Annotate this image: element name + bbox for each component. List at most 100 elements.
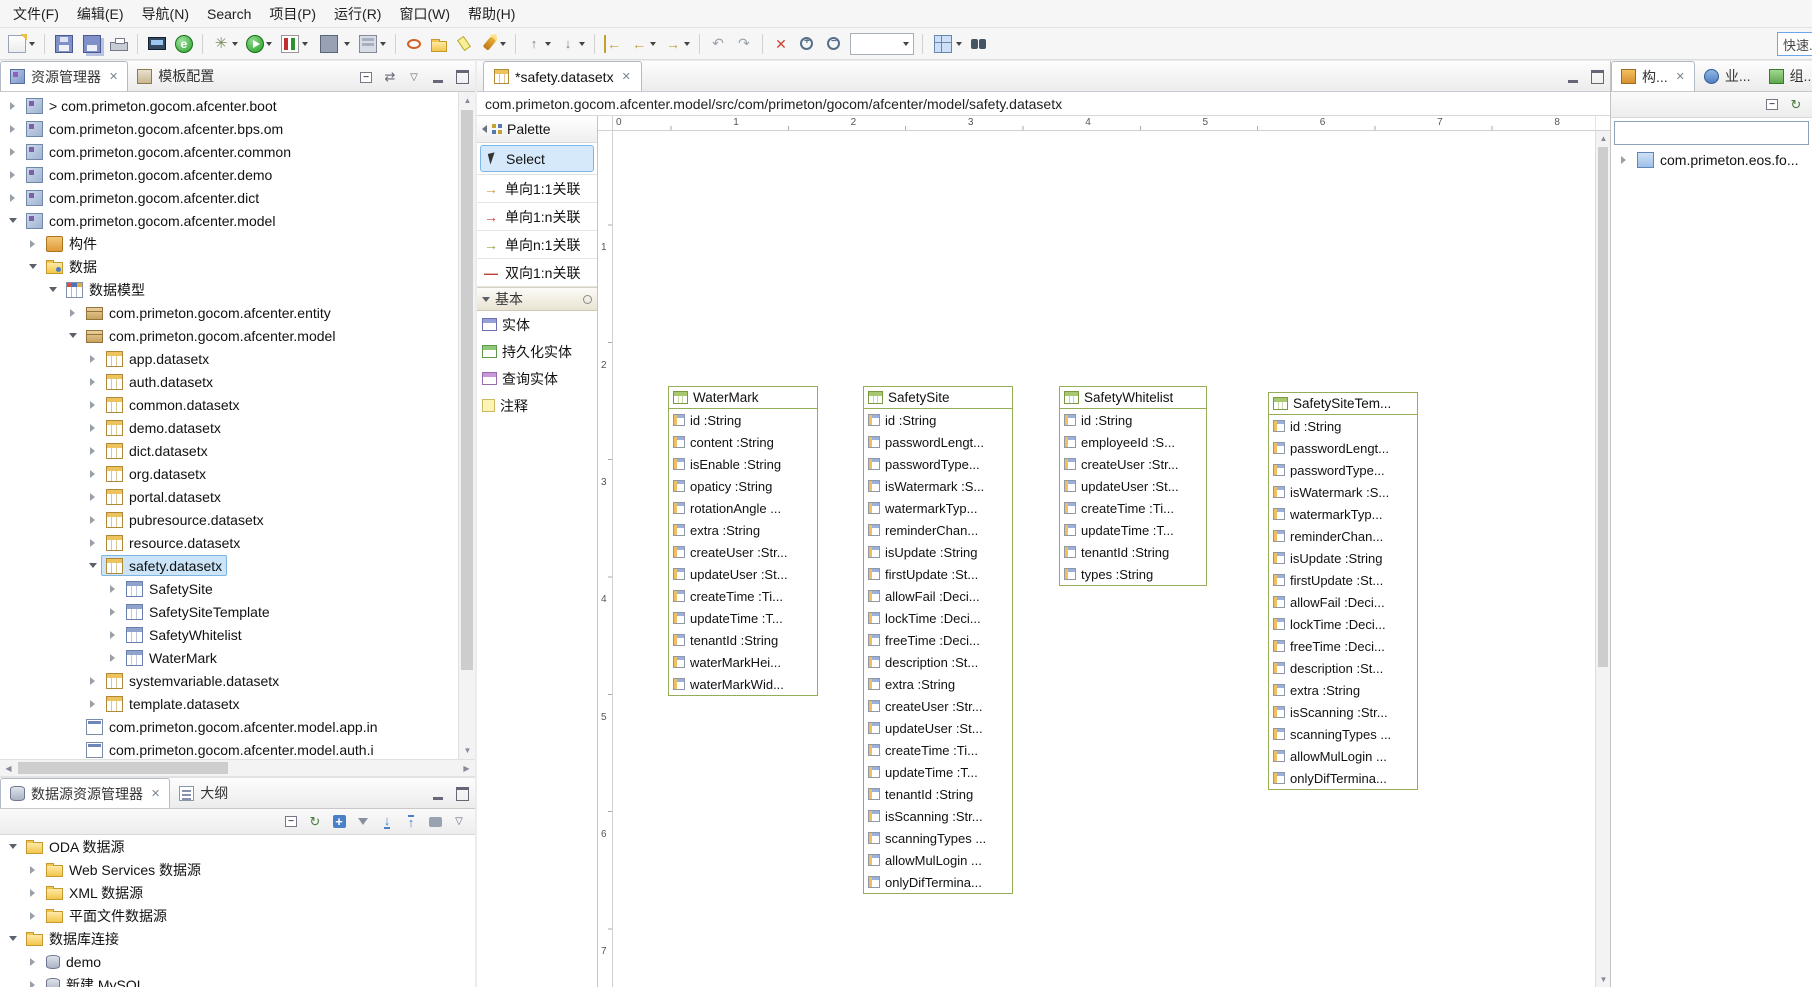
- entity-field[interactable]: createUser :Str...: [669, 541, 817, 563]
- menu-window[interactable]: 窗口(W): [390, 0, 459, 28]
- zoom-level-combo[interactable]: [850, 33, 914, 55]
- scroll-right-icon[interactable]: ▶: [458, 760, 475, 777]
- expand-arrow-icon[interactable]: [84, 470, 101, 478]
- tree-item[interactable]: common.datasetx: [0, 393, 475, 416]
- expand-arrow-icon[interactable]: [4, 194, 21, 202]
- entity-field[interactable]: updateTime :T...: [1060, 519, 1206, 541]
- palette-tool-one-way-1-n-relation[interactable]: →单向1:n关联: [477, 203, 597, 230]
- view-menu-icon[interactable]: [404, 67, 424, 87]
- tree-item[interactable]: 数据: [0, 255, 475, 278]
- horizontal-ruler[interactable]: 012345678: [613, 116, 1595, 131]
- tab-resource-explorer[interactable]: 资源管理器✕: [0, 61, 128, 91]
- collapse-arrow-icon[interactable]: [4, 844, 21, 849]
- vertical-ruler[interactable]: 1234567: [598, 131, 613, 987]
- expand-arrow-icon[interactable]: [84, 378, 101, 386]
- collapse-arrow-icon[interactable]: [4, 218, 21, 223]
- view-menu-icon[interactable]: [449, 812, 469, 832]
- tree-item[interactable]: systemvariable.datasetx: [0, 669, 475, 692]
- expand-arrow-icon[interactable]: [4, 102, 21, 110]
- toolbar-button-run[interactable]: [243, 31, 275, 57]
- menu-help[interactable]: 帮助(H): [459, 0, 524, 28]
- pin-icon[interactable]: [583, 295, 592, 304]
- scrollbar-thumb[interactable]: [1598, 147, 1608, 667]
- quick-access-box[interactable]: 快速...: [1777, 32, 1812, 56]
- entity-field[interactable]: reminderChan...: [1269, 525, 1417, 547]
- collapse-all-icon[interactable]: [1762, 95, 1782, 115]
- entity-field[interactable]: firstUpdate :St...: [864, 563, 1012, 585]
- palette-tool-one-way-n-1-relation[interactable]: →单向n:1关联: [477, 231, 597, 258]
- tree-item[interactable]: com.primeton.gocom.afcenter.model.app.in: [0, 715, 475, 738]
- toolbar-button-search[interactable]: [478, 31, 509, 57]
- entity-field[interactable]: tenantId :String: [864, 783, 1012, 805]
- close-icon[interactable]: ✕: [109, 70, 118, 83]
- entity-field[interactable]: tenantId :String: [1060, 541, 1206, 563]
- toolbar-button-zoom-in[interactable]: [795, 31, 820, 57]
- maximize-icon[interactable]: [452, 67, 472, 87]
- explorer-horizontal-scrollbar[interactable]: ◀ ▶: [0, 759, 475, 776]
- tree-item[interactable]: ODA 数据源: [0, 835, 475, 858]
- expand-arrow-icon[interactable]: [24, 889, 41, 897]
- tree-item[interactable]: com.primeton.gocom.afcenter.common: [0, 140, 475, 163]
- entity-field[interactable]: passwordType...: [864, 453, 1012, 475]
- tree-item[interactable]: resource.datasetx: [0, 531, 475, 554]
- entity-field[interactable]: createUser :Str...: [864, 695, 1012, 717]
- entity-field[interactable]: freeTime :Deci...: [864, 629, 1012, 651]
- expand-arrow-icon[interactable]: [24, 866, 41, 874]
- entity-field[interactable]: passwordLengt...: [1269, 437, 1417, 459]
- tree-item[interactable]: org.datasetx: [0, 462, 475, 485]
- snapshot-icon[interactable]: [425, 812, 445, 832]
- entity-field[interactable]: lockTime :Deci...: [864, 607, 1012, 629]
- entity-field[interactable]: id :String: [864, 409, 1012, 431]
- entity-field[interactable]: scanningTypes ...: [1269, 723, 1417, 745]
- menu-search[interactable]: Search: [198, 2, 260, 26]
- toolbar-button-last-edit-location[interactable]: [601, 31, 625, 57]
- entity-field[interactable]: rotationAngle ...: [669, 497, 817, 519]
- canvas-vertical-scrollbar[interactable]: ▲ ▼: [1595, 131, 1610, 987]
- entity-field[interactable]: scanningTypes ...: [864, 827, 1012, 849]
- entity-field[interactable]: waterMarkHei...: [669, 651, 817, 673]
- expand-arrow-icon[interactable]: [84, 401, 101, 409]
- palette-tool-select[interactable]: Select: [480, 145, 594, 172]
- entity-field[interactable]: description :St...: [1269, 657, 1417, 679]
- tree-item[interactable]: pubresource.datasetx: [0, 508, 475, 531]
- entity-field[interactable]: createTime :Ti...: [1060, 497, 1206, 519]
- entity-field[interactable]: onlyDifTermina...: [1269, 767, 1417, 789]
- entity-field[interactable]: updateTime :T...: [669, 607, 817, 629]
- entity-field[interactable]: freeTime :Deci...: [1269, 635, 1417, 657]
- entity-field[interactable]: isEnable :String: [669, 453, 817, 475]
- tree-item[interactable]: com.primeton.gocom.afcenter.model: [0, 324, 475, 347]
- menu-run[interactable]: 运行(R): [325, 0, 390, 28]
- expand-arrow-icon[interactable]: [104, 608, 121, 616]
- tree-item[interactable]: com.primeton.gocom.afcenter.model: [0, 209, 475, 232]
- tree-item[interactable]: portal.datasetx: [0, 485, 475, 508]
- expand-arrow-icon[interactable]: [4, 171, 21, 179]
- collapse-arrow-icon[interactable]: [84, 563, 101, 568]
- entity-field[interactable]: firstUpdate :St...: [1269, 569, 1417, 591]
- toolbar-button-new[interactable]: [4, 31, 38, 57]
- entity-field[interactable]: isWatermark :S...: [1269, 481, 1417, 503]
- expand-arrow-icon[interactable]: [84, 493, 101, 501]
- tree-item[interactable]: 构件: [0, 232, 475, 255]
- toolbar-button-open-resource[interactable]: [428, 31, 450, 57]
- close-icon[interactable]: ✕: [622, 70, 631, 83]
- expand-arrow-icon[interactable]: [24, 958, 41, 966]
- palette-tool-persistent-entity[interactable]: 持久化实体: [477, 338, 597, 365]
- collapse-all-icon[interactable]: [356, 67, 376, 87]
- toolbar-button-zoom-out[interactable]: [822, 31, 846, 57]
- tab-template-config[interactable]: 模板配置: [128, 61, 223, 91]
- close-icon[interactable]: ✕: [1676, 70, 1685, 83]
- maximize-icon[interactable]: [452, 784, 472, 804]
- menu-file[interactable]: 文件(F): [4, 0, 68, 28]
- tree-item[interactable]: SafetySite: [0, 577, 475, 600]
- expand-arrow-icon[interactable]: [4, 148, 21, 156]
- entity-field[interactable]: isUpdate :String: [864, 541, 1012, 563]
- toolbar-button-open-type[interactable]: [402, 31, 426, 57]
- scroll-down-icon[interactable]: ▼: [1596, 972, 1611, 987]
- tab-outline[interactable]: 大纲: [170, 778, 237, 808]
- entity-field[interactable]: isUpdate :String: [1269, 547, 1417, 569]
- palette-drawer-basic[interactable]: 基本: [477, 287, 597, 311]
- toolbar-button-forward[interactable]: [661, 31, 693, 57]
- tab-groups[interactable]: 组...: [1760, 61, 1812, 91]
- collapse-arrow-icon[interactable]: [4, 936, 21, 941]
- toolbar-button-save[interactable]: [51, 31, 77, 57]
